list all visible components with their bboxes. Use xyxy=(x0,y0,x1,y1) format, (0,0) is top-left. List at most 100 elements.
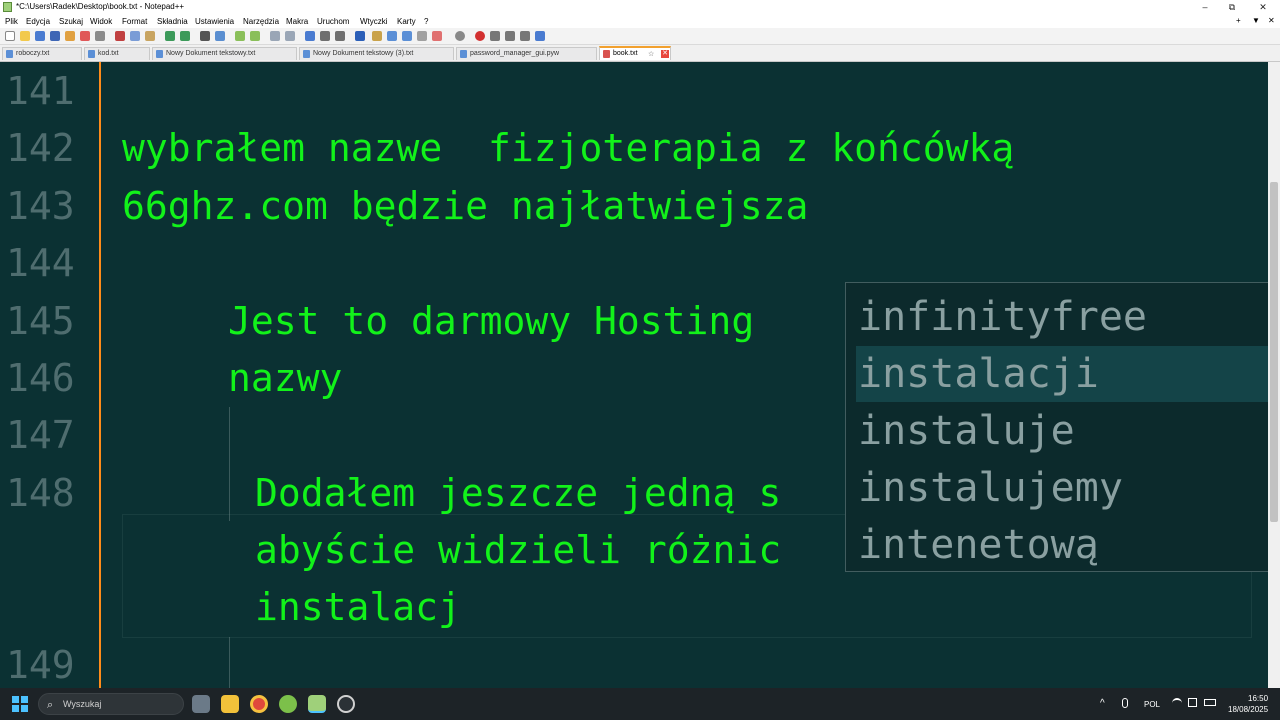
close-tab-icon[interactable]: ✕ xyxy=(661,50,669,58)
doc-map-icon[interactable] xyxy=(372,31,382,41)
monitoring-icon[interactable] xyxy=(417,31,427,41)
sync-vertical-icon[interactable] xyxy=(270,31,280,41)
clock-date[interactable]: 18/08/2025 xyxy=(1228,705,1268,714)
close-file-icon[interactable] xyxy=(65,31,75,41)
autocomplete-item-selected[interactable]: instalacji xyxy=(856,346,1274,402)
margin-line xyxy=(99,62,101,688)
menu-tools[interactable]: Narzędzia xyxy=(243,17,279,26)
zoom-out-icon[interactable] xyxy=(250,31,260,41)
notification-icon[interactable] xyxy=(432,31,442,41)
volume-icon[interactable] xyxy=(1188,698,1197,707)
language-indicator[interactable]: POL xyxy=(1144,700,1160,709)
tab-list-dropdown[interactable]: ▼ xyxy=(1252,16,1260,25)
redo-icon[interactable] xyxy=(180,31,190,41)
menu-edit[interactable]: Edycja xyxy=(26,17,50,26)
modified-file-icon xyxy=(603,50,610,58)
sync-horizontal-icon[interactable] xyxy=(285,31,295,41)
app-icon[interactable] xyxy=(279,695,297,713)
menu-run[interactable]: Uruchom xyxy=(317,17,349,26)
find-icon[interactable] xyxy=(200,31,210,41)
indent-guide xyxy=(229,407,230,521)
menu-format[interactable]: Format xyxy=(122,17,147,26)
menu-tabs[interactable]: Karty xyxy=(397,17,416,26)
menu-file[interactable]: Plik xyxy=(5,17,18,26)
menu-settings[interactable]: Ustawienia xyxy=(195,17,234,26)
tab-label: kod.txt xyxy=(98,50,119,57)
autocomplete-item[interactable]: instalujemy xyxy=(858,460,1268,516)
toolbar xyxy=(0,28,1280,45)
new-tab-button[interactable]: + xyxy=(1236,16,1241,25)
zoom-in-icon[interactable] xyxy=(235,31,245,41)
save-icon[interactable] xyxy=(35,31,45,41)
tab-book[interactable]: book.txt ☆ ✕ xyxy=(599,46,671,60)
search-placeholder: Wyszukaj xyxy=(63,699,102,709)
file-explorer-icon[interactable] xyxy=(221,695,239,713)
minimize-button[interactable]: – xyxy=(1198,0,1212,14)
tab-label: Nowy Dokument tekstowy.txt xyxy=(166,50,256,57)
copy-icon[interactable] xyxy=(130,31,140,41)
preview-icon[interactable] xyxy=(455,31,465,41)
tab-password-manager[interactable]: password_manager_gui.pyw xyxy=(456,47,597,60)
close-button[interactable]: ✕ xyxy=(1256,0,1270,14)
undo-icon[interactable] xyxy=(165,31,175,41)
code-line: nazwy xyxy=(228,356,343,400)
indent-guide xyxy=(229,637,230,688)
line-number: 141 xyxy=(6,69,75,113)
tab-label: password_manager_gui.pyw xyxy=(470,50,560,57)
indent-guide-icon[interactable] xyxy=(335,31,345,41)
open-file-icon[interactable] xyxy=(20,31,30,41)
run-macro-multiple-icon[interactable] xyxy=(520,31,530,41)
udl-icon[interactable] xyxy=(355,31,365,41)
close-document-button[interactable]: ✕ xyxy=(1268,16,1275,25)
menu-search[interactable]: Szukaj xyxy=(59,17,83,26)
obs-icon[interactable] xyxy=(337,695,355,713)
maximize-button[interactable]: ⧉ xyxy=(1225,0,1239,14)
tab-nowy-dokument-3[interactable]: Nowy Dokument tekstowy (3).txt xyxy=(299,47,454,60)
record-macro-icon[interactable] xyxy=(475,31,485,41)
notepadpp-taskbar-icon[interactable] xyxy=(308,695,326,713)
microphone-icon[interactable] xyxy=(1122,698,1128,708)
chrome-icon[interactable] xyxy=(250,695,268,713)
tab-kod[interactable]: kod.txt xyxy=(84,47,150,60)
vertical-scrollbar[interactable] xyxy=(1268,62,1280,688)
folder-workspace-icon[interactable] xyxy=(402,31,412,41)
autocomplete-item[interactable]: instaluje xyxy=(858,403,1268,459)
play-macro-icon[interactable] xyxy=(505,31,515,41)
replace-icon[interactable] xyxy=(215,31,225,41)
code-line: abyście widzieli różnic xyxy=(255,528,782,572)
line-number: 143 xyxy=(6,184,75,228)
tab-roboczy[interactable]: roboczy.txt xyxy=(2,47,82,60)
word-wrap-icon[interactable] xyxy=(305,31,315,41)
taskbar-search[interactable]: ⌕ Wyszukaj xyxy=(38,693,184,715)
scrollbar-thumb[interactable] xyxy=(1270,182,1278,522)
autocomplete-item[interactable]: infinityfree xyxy=(858,289,1268,345)
menu-macros[interactable]: Makra xyxy=(286,17,308,26)
tray-overflow-chevron[interactable]: ^ xyxy=(1100,698,1105,709)
line-number: 145 xyxy=(6,299,75,343)
menu-syntax[interactable]: Składnia xyxy=(157,17,188,26)
autocomplete-item[interactable]: intenetową xyxy=(858,517,1268,571)
document-tab-bar: roboczy.txt kod.txt Nowy Dokument teksto… xyxy=(0,45,1280,62)
menu-plugins[interactable]: Wtyczki xyxy=(360,17,388,26)
menu-help[interactable]: ? xyxy=(424,17,428,26)
battery-icon[interactable] xyxy=(1204,699,1216,706)
line-number: 144 xyxy=(6,241,75,285)
show-all-chars-icon[interactable] xyxy=(320,31,330,41)
print-icon[interactable] xyxy=(95,31,105,41)
cut-icon[interactable] xyxy=(115,31,125,41)
paste-icon[interactable] xyxy=(145,31,155,41)
wifi-icon[interactable] xyxy=(1172,698,1182,706)
function-list-icon[interactable] xyxy=(387,31,397,41)
task-view-icon[interactable] xyxy=(192,695,210,713)
taskbar: ⌕ Wyszukaj ^ POL 16:50 18/08/2025 xyxy=(0,688,1280,720)
close-all-icon[interactable] xyxy=(80,31,90,41)
save-macro-icon[interactable] xyxy=(535,31,545,41)
menu-view[interactable]: Widok xyxy=(90,17,112,26)
pin-tab-icon[interactable]: ☆ xyxy=(648,50,654,58)
clock-time[interactable]: 16:50 xyxy=(1248,694,1268,703)
new-file-icon[interactable] xyxy=(5,31,15,41)
save-all-icon[interactable] xyxy=(50,31,60,41)
windows-start-icon[interactable] xyxy=(12,696,28,712)
tab-nowy-dokument[interactable]: Nowy Dokument tekstowy.txt xyxy=(152,47,297,60)
stop-macro-icon[interactable] xyxy=(490,31,500,41)
